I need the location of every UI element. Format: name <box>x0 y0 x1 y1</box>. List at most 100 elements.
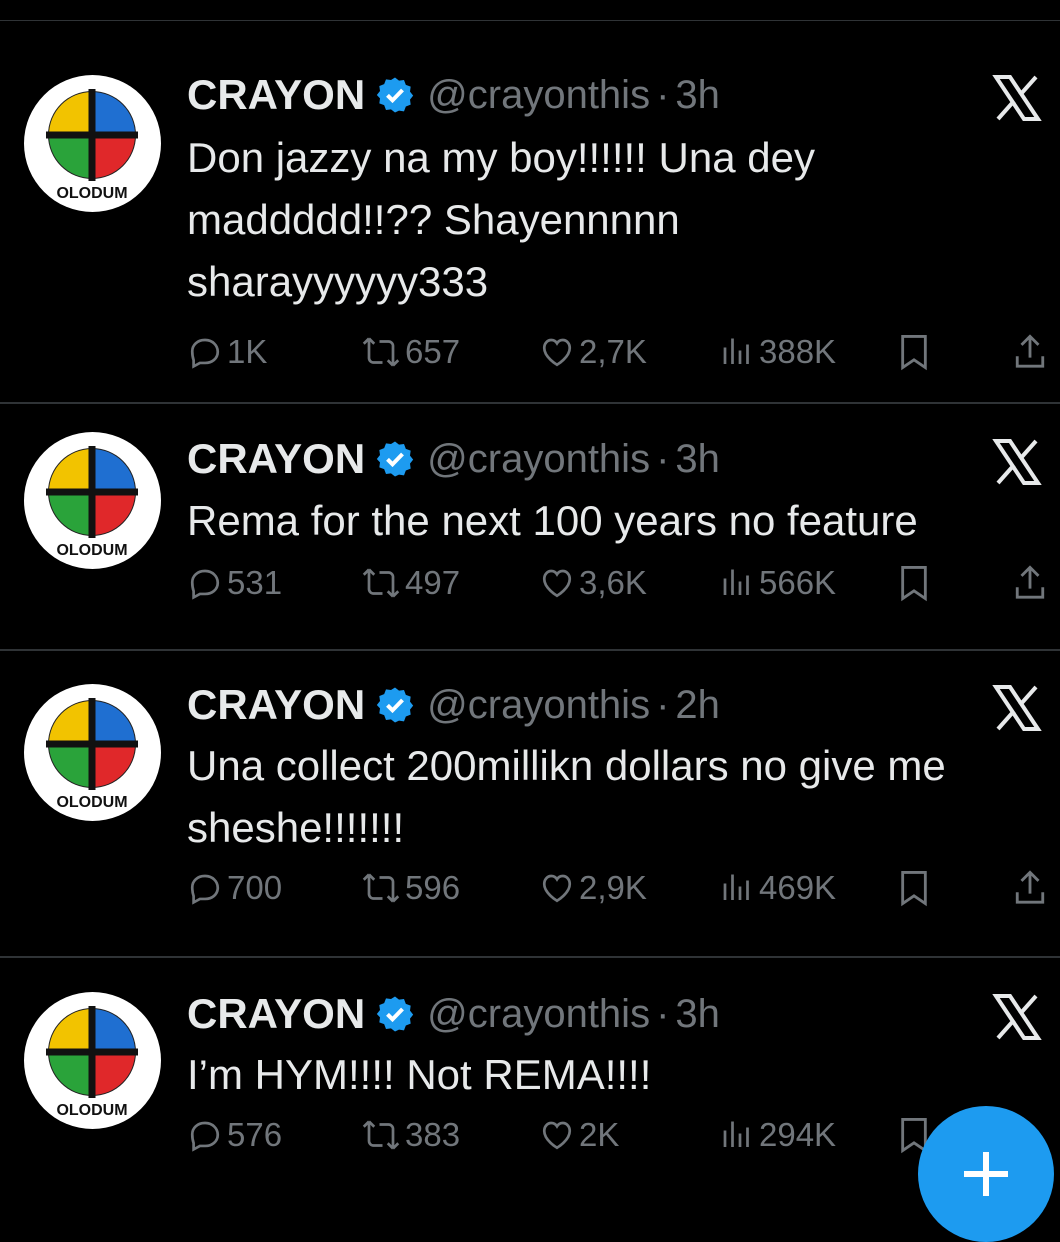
tweet[interactable]: OLODUM CRAYON @crayonthis · 3h Don jazzy… <box>0 21 1060 404</box>
tweet-feed: OLODUM CRAYON @crayonthis · 3h Don jazzy… <box>0 21 1060 1218</box>
tweet[interactable]: OLODUM CRAYON @crayonthis · 2h Una colle… <box>0 651 1060 958</box>
views-icon <box>723 338 749 364</box>
share-icon[interactable] <box>1013 561 1047 605</box>
display-name[interactable]: CRAYON <box>187 990 365 1038</box>
tweet-header: CRAYON @crayonthis · 3h <box>187 67 720 123</box>
verified-badge-icon <box>375 439 415 479</box>
action-bar: 531 497 3,6K 566K <box>187 561 1047 605</box>
views-button[interactable]: 469K <box>719 866 836 910</box>
views-button[interactable]: 566K <box>719 561 836 605</box>
verified-badge-icon <box>375 685 415 725</box>
x-logo-icon[interactable] <box>992 992 1042 1042</box>
reply-button[interactable]: 576 <box>187 1113 282 1157</box>
display-name[interactable]: CRAYON <box>187 435 365 483</box>
views-icon <box>723 1121 749 1147</box>
reply-icon <box>190 569 220 600</box>
verified-badge-icon <box>375 994 415 1034</box>
heart-icon <box>542 874 572 903</box>
repost-icon <box>362 1120 400 1150</box>
reply-icon <box>190 338 220 369</box>
views-icon <box>723 874 749 900</box>
user-handle[interactable]: @crayonthis <box>427 437 650 482</box>
reply-button[interactable]: 531 <box>187 561 282 605</box>
user-handle[interactable]: @crayonthis <box>427 992 650 1037</box>
reply-button[interactable]: 1K <box>187 330 267 374</box>
action-bar: 700 596 2,9K 469K <box>187 866 1047 910</box>
like-button[interactable]: 2,9K <box>539 866 647 910</box>
repost-button[interactable]: 383 <box>361 1113 460 1157</box>
x-logo-icon[interactable] <box>992 683 1042 733</box>
bookmark-icon[interactable] <box>897 561 931 605</box>
views-count: 388K <box>759 333 837 370</box>
repost-icon <box>362 873 400 903</box>
verified-badge-icon <box>375 75 415 115</box>
like-button[interactable]: 2K <box>539 1113 619 1157</box>
repost-button[interactable]: 596 <box>361 866 460 910</box>
repost-count: 383 <box>405 1116 461 1153</box>
avatar-label: OLODUM <box>56 542 127 559</box>
views-count: 566K <box>759 564 837 601</box>
share-icon[interactable] <box>1013 330 1047 374</box>
avatar[interactable]: OLODUM <box>24 684 161 821</box>
tweet-text: Rema for the next 100 years no feature <box>187 497 918 544</box>
repost-count: 657 <box>405 333 461 370</box>
reply-count: 576 <box>227 1116 283 1153</box>
heart-icon <box>542 1121 572 1150</box>
reply-count: 531 <box>227 564 283 601</box>
reply-count: 1K <box>227 333 268 370</box>
timestamp[interactable]: 2h <box>675 683 720 728</box>
user-handle[interactable]: @crayonthis <box>427 683 650 728</box>
compose-button[interactable] <box>918 1106 1054 1242</box>
tweet[interactable]: OLODUM CRAYON @crayonthis · 3h Rema for … <box>0 404 1060 651</box>
repost-icon <box>362 337 400 367</box>
share-icon[interactable] <box>1013 866 1047 910</box>
views-count: 294K <box>759 1116 837 1153</box>
bookmark-icon[interactable] <box>897 330 931 374</box>
avatar[interactable]: OLODUM <box>24 75 161 212</box>
tweet-text: Una collect 200millikn dollars no give m… <box>187 742 946 851</box>
tweet-text: Don jazzy na my boy!!!!!! Una dey madddd… <box>187 134 815 305</box>
separator-dot: · <box>656 682 670 727</box>
repost-button[interactable]: 497 <box>361 561 460 605</box>
plus-icon <box>964 1152 1008 1196</box>
like-button[interactable]: 3,6K <box>539 561 647 605</box>
avatar-label: OLODUM <box>56 185 127 202</box>
avatar[interactable]: OLODUM <box>24 992 161 1129</box>
avatar-label: OLODUM <box>56 794 127 811</box>
tweet[interactable]: OLODUM CRAYON @crayonthis · 3h I’m HYM!!… <box>0 958 1060 1218</box>
timestamp[interactable]: 3h <box>675 73 720 118</box>
action-bar: 576 383 2K 294K <box>187 1113 1047 1157</box>
timestamp[interactable]: 3h <box>675 992 720 1037</box>
tweet-header: CRAYON @crayonthis · 2h <box>187 677 720 733</box>
views-button[interactable]: 294K <box>719 1113 836 1157</box>
like-button[interactable]: 2,7K <box>539 330 647 374</box>
display-name[interactable]: CRAYON <box>187 681 365 729</box>
reply-icon <box>190 874 220 905</box>
views-icon <box>723 569 749 595</box>
views-button[interactable]: 388K <box>719 330 836 374</box>
separator-dot: · <box>656 991 670 1036</box>
user-handle[interactable]: @crayonthis <box>427 73 650 118</box>
repost-count: 596 <box>405 869 461 906</box>
repost-button[interactable]: 657 <box>361 330 460 374</box>
reply-icon <box>190 1121 220 1152</box>
like-count: 2,7K <box>579 333 647 370</box>
x-logo-icon[interactable] <box>992 437 1042 487</box>
reply-button[interactable]: 700 <box>187 866 282 910</box>
display-name[interactable]: CRAYON <box>187 71 365 119</box>
heart-icon <box>542 338 572 367</box>
repost-count: 497 <box>405 564 461 601</box>
separator-dot: · <box>656 72 670 117</box>
reply-count: 700 <box>227 869 283 906</box>
tweet-header: CRAYON @crayonthis · 3h <box>187 986 720 1042</box>
like-count: 2,9K <box>579 869 647 906</box>
like-count: 3,6K <box>579 564 647 601</box>
like-count: 2K <box>579 1116 620 1153</box>
tweet-text: I’m HYM!!!! Not REMA!!!! <box>187 1051 652 1098</box>
x-logo-icon[interactable] <box>992 73 1042 123</box>
timestamp[interactable]: 3h <box>675 437 720 482</box>
tweet-header: CRAYON @crayonthis · 3h <box>187 431 720 487</box>
avatar[interactable]: OLODUM <box>24 432 161 569</box>
bookmark-icon[interactable] <box>897 866 931 910</box>
action-bar: 1K 657 2,7K 388K <box>187 330 1047 374</box>
